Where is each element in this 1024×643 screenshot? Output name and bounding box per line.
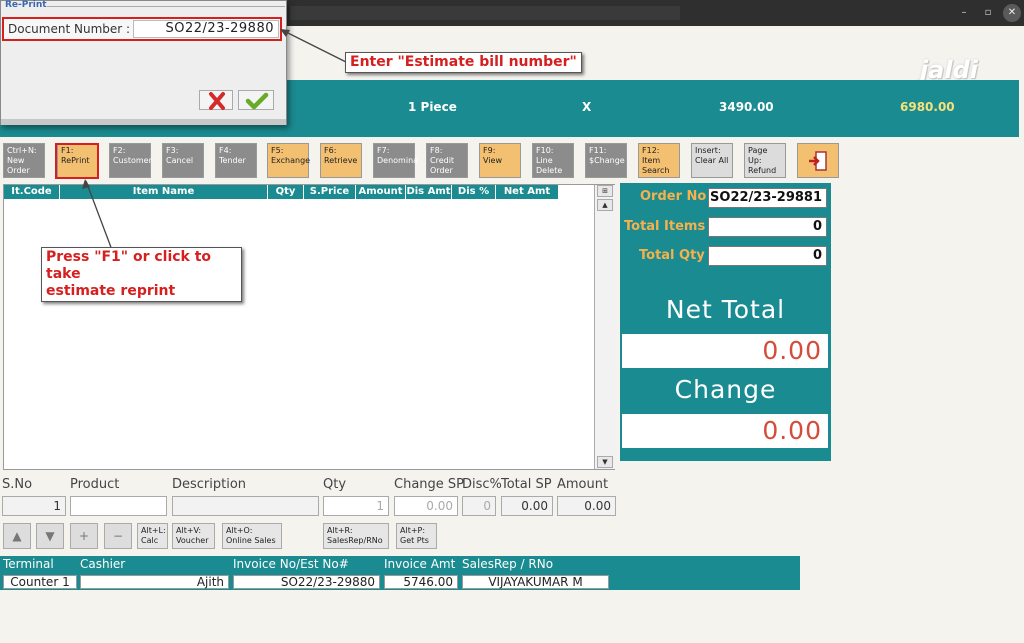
annotation-arrows — [82, 29, 347, 251]
f1-reprint-callout: Press "F1" or click to take estimate rep… — [41, 247, 242, 302]
estimate-bill-callout: Enter "Estimate bill number" — [345, 52, 582, 73]
arrow-to-f1-button — [85, 180, 113, 251]
f1-callout-line-1: Press "F1" or click to take — [46, 249, 212, 282]
arrow-to-document-field — [281, 29, 347, 63]
f1-callout-line-2: estimate reprint — [46, 283, 176, 299]
